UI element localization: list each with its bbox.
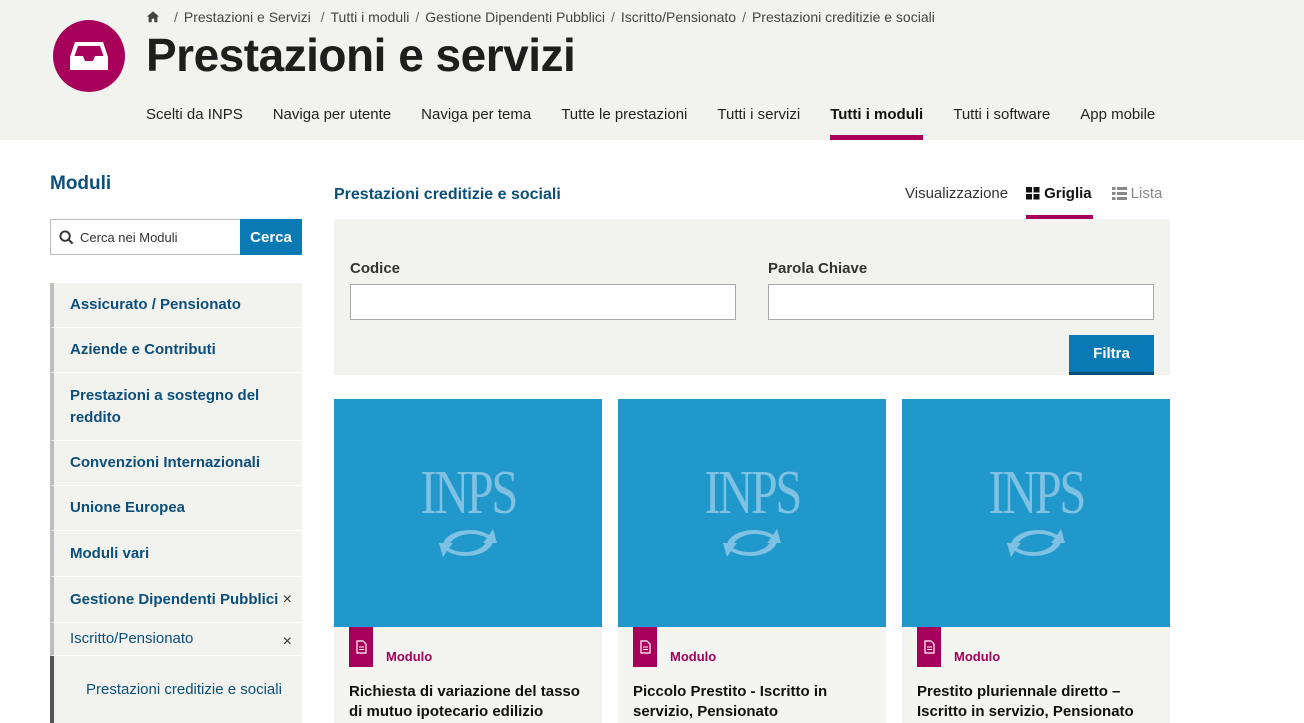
sidebar-title: Moduli [50,173,112,194]
sidebar-item-label: Convenzioni Internazionali [70,454,261,471]
sidebar-item-prestazioni-creditizie[interactable]: Prestazioni creditizie e sociali [50,656,302,723]
breadcrumb-separator: / [611,9,615,25]
breadcrumb-item[interactable]: Gestione Dipendenti Pubblici [425,9,605,25]
code-input[interactable] [350,284,736,320]
inps-logo: INPS [691,459,813,563]
card-badge [917,627,941,667]
sidebar-item-convenzioni[interactable]: Convenzioni Internazionali [50,441,302,486]
sidebar-item-moduli-vari[interactable]: Moduli vari [50,531,302,577]
view-grid-label: Griglia [1044,185,1092,202]
sidebar-item-label: Unione Europea [70,499,186,516]
inps-logo-text: INPS [704,459,802,527]
breadcrumb-current: Prestazioni creditizie e sociali [751,9,935,25]
nav-item-scelti[interactable]: Scelti da INPS [146,92,243,140]
home-icon[interactable] [146,10,160,24]
breadcrumb-item[interactable]: Iscritto/Pensionato [621,9,736,25]
sidebar-item-label: Prestazioni creditizie e sociali [86,680,282,698]
module-card[interactable]: INPS Modulo Prestito pluriennale diretto… [902,399,1170,723]
view-label: Visualizzazione [905,185,1009,202]
section-logo [53,20,125,92]
section-heading: Prestazioni creditizie e sociali [334,186,561,203]
sidebar-item-gestione-dipendenti[interactable]: Gestione Dipendenti Pubblici × [50,577,302,623]
keyword-label: Parola Chiave [768,260,868,277]
sidebar-item-iscritto[interactable]: Iscritto/Pensionato × [50,623,302,656]
view-grid-button[interactable]: Griglia [1026,184,1093,219]
sidebar-item-unione-europea[interactable]: Unione Europea [50,486,302,531]
card-type: Modulo [954,649,1001,664]
sidebar-search: Cerca [50,219,302,255]
inps-arrows-icon [722,529,781,557]
nav-item-servizi[interactable]: Tutti i servizi [717,92,800,140]
grid-icon [1026,187,1040,200]
document-icon [355,640,367,654]
nav-item-software[interactable]: Tutti i software [953,92,1050,140]
card-type: Modulo [670,649,717,664]
card-title[interactable]: Prestito pluriennale diretto – Iscritto … [917,682,1162,722]
inps-arrows-icon [438,529,497,557]
close-icon[interactable]: × [283,589,292,611]
sidebar-item-label: Iscritto/Pensionato [70,630,194,647]
nav-item-app[interactable]: App mobile [1080,92,1155,140]
document-icon [639,640,651,654]
close-icon[interactable]: × [283,631,292,653]
search-field[interactable] [50,219,240,255]
filter-button[interactable]: Filtra [1069,335,1154,375]
breadcrumb-item[interactable]: Prestazioni e Servizi [184,9,311,25]
main-nav: Scelti da INPS Naviga per utente Naviga … [146,92,1185,140]
sidebar-item-label: Aziende e Contributi [70,341,216,358]
inps-logo-text: INPS [988,459,1086,527]
sidebar-item-assicurato[interactable]: Assicurato / Pensionato [50,283,302,328]
document-icon [923,640,935,654]
inps-logo: INPS [407,459,529,563]
card-type: Modulo [386,649,433,664]
list-icon [1111,187,1127,200]
sidebar-menu: Assicurato / Pensionato Aziende e Contri… [50,283,302,723]
sidebar-item-label: Gestione Dipendenti Pubblici [70,590,279,608]
inps-logo-text: INPS [420,459,518,527]
sidebar-item-aziende[interactable]: Aziende e Contributi [50,328,302,373]
inps-arrows-icon [1006,529,1065,557]
card-image: INPS [902,399,1170,627]
breadcrumb-item[interactable]: Tutti i moduli [331,9,410,25]
module-card[interactable]: INPS Modulo Richiesta di variazione del … [334,399,602,723]
page-header: / Prestazioni e Servizi / Tutti i moduli… [0,0,1304,140]
breadcrumb: / Prestazioni e Servizi / Tutti i moduli… [146,9,935,25]
card-badge [349,627,373,667]
sidebar-item-prestazioni[interactable]: Prestazioni a sostegno del reddito [50,373,302,441]
search-button[interactable]: Cerca [240,219,302,255]
nav-item-tema[interactable]: Naviga per tema [421,92,531,140]
card-title[interactable]: Richiesta di variazione del tasso di mut… [349,682,594,722]
breadcrumb-separator: / [174,9,178,25]
page-title: Prestazioni e servizi [146,29,576,81]
nav-item-moduli[interactable]: Tutti i moduli [830,92,924,140]
inbox-icon [70,42,108,70]
module-card[interactable]: INPS Modulo Piccolo Prestito - Iscritto … [618,399,886,723]
search-input[interactable] [80,229,230,245]
card-image: INPS [334,399,602,627]
code-label: Codice [350,260,401,277]
view-list-button[interactable]: Lista [1111,184,1163,219]
breadcrumb-separator: / [316,9,325,25]
inps-logo: INPS [975,459,1097,563]
sidebar-item-label: Moduli vari [70,544,150,562]
breadcrumb-separator: / [742,9,746,25]
breadcrumb-separator: / [415,9,420,25]
view-switch: Visualizzazione Griglia Lista [905,184,1162,219]
nav-item-utente[interactable]: Naviga per utente [273,92,391,140]
filter-panel: Codice Parola Chiave Filtra [334,219,1170,375]
keyword-input[interactable] [768,284,1154,320]
search-icon [59,229,74,244]
nav-item-prestazioni[interactable]: Tutte le prestazioni [561,92,687,140]
card-badge [633,627,657,667]
card-title[interactable]: Piccolo Prestito - Iscritto in servizio,… [633,682,878,722]
sidebar-item-label: Prestazioni a sostegno del reddito [70,386,260,426]
card-image: INPS [618,399,886,627]
view-list-label: Lista [1130,185,1163,202]
sidebar-item-label: Assicurato / Pensionato [70,296,241,313]
